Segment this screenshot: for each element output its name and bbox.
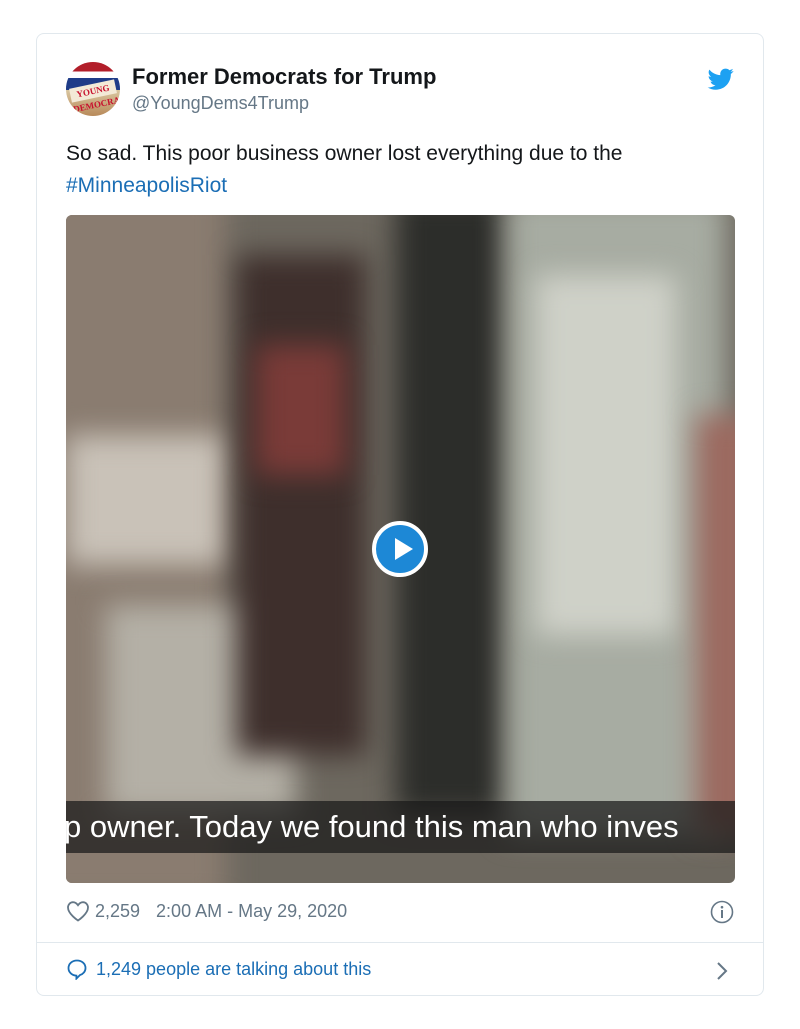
play-button[interactable] bbox=[372, 521, 428, 577]
tweet-body: So sad. This poor business owner lost ev… bbox=[66, 142, 623, 165]
info-icon[interactable] bbox=[710, 900, 734, 924]
author-name[interactable]: Former Democrats for Trump bbox=[132, 64, 436, 90]
video-caption-bar: p owner. Today we found this man who inv… bbox=[66, 801, 735, 853]
video-player[interactable]: p owner. Today we found this man who inv… bbox=[66, 215, 735, 883]
chevron-right-icon[interactable] bbox=[715, 960, 729, 982]
heart-icon[interactable] bbox=[66, 900, 90, 922]
video-frame-right-highlight bbox=[536, 275, 676, 635]
conversation-label[interactable]: 1,249 people are talking about this bbox=[96, 959, 371, 980]
twitter-bird-icon[interactable] bbox=[707, 66, 735, 92]
speech-bubble-icon bbox=[67, 959, 87, 980]
like-count[interactable]: 2,259 bbox=[95, 901, 140, 922]
avatar-logo-text: YOUNG DEMOCRATS bbox=[69, 79, 120, 114]
divider bbox=[37, 942, 763, 943]
avatar[interactable]: YOUNG DEMOCRATS bbox=[66, 62, 120, 116]
tweet-meta: 2,259 2:00 AM - May 29, 2020 bbox=[66, 900, 347, 922]
video-frame-figure bbox=[236, 255, 366, 755]
hashtag-link[interactable]: #MinneapolisRiot bbox=[66, 174, 227, 197]
play-icon bbox=[395, 538, 413, 560]
video-frame-dark-post bbox=[396, 215, 506, 815]
tweet-card: YOUNG DEMOCRATS Former Democrats for Tru… bbox=[36, 33, 764, 996]
video-frame-red-sleeve bbox=[256, 345, 346, 475]
video-caption: p owner. Today we found this man who inv… bbox=[66, 809, 679, 844]
conversation-link[interactable]: 1,249 people are talking about this bbox=[66, 958, 371, 980]
timestamp[interactable]: 2:00 AM - May 29, 2020 bbox=[156, 901, 347, 922]
tweet-text: So sad. This poor business owner lost ev… bbox=[66, 138, 726, 202]
author-handle[interactable]: @YoungDems4Trump bbox=[132, 93, 309, 114]
video-frame-right-edge bbox=[696, 415, 735, 835]
video-frame-white-patch bbox=[66, 435, 226, 565]
